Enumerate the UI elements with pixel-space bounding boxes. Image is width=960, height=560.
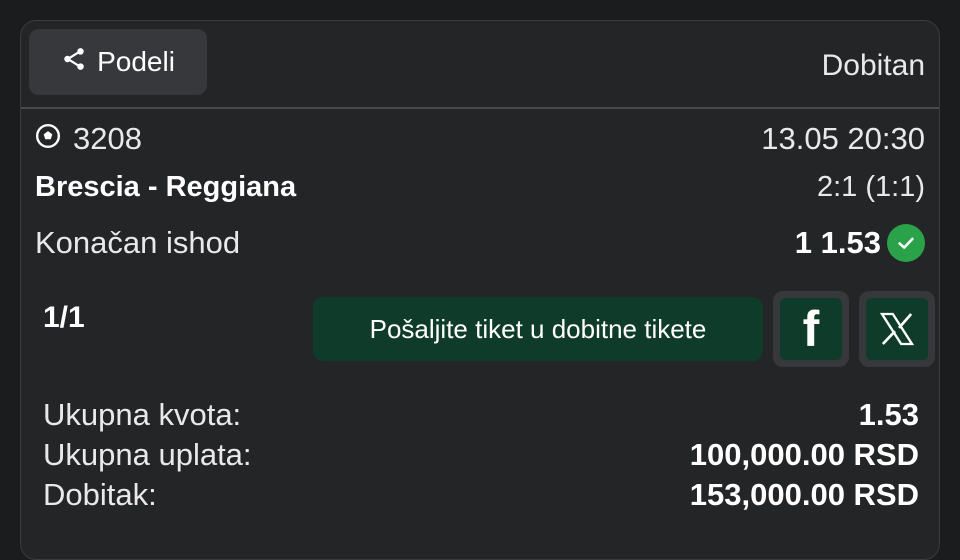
- event-datetime: 13.05 20:30: [761, 121, 925, 156]
- send-to-winning-tickets-button[interactable]: Pošaljite tiket u dobitne tikete: [313, 297, 763, 361]
- stake-row: Ukupna uplata: 100,000.00 RSD: [43, 439, 919, 470]
- share-label: Podeli: [97, 46, 175, 77]
- payout-row: Dobitak: 153,000.00 RSD: [43, 479, 919, 510]
- event-code: 3208: [73, 121, 142, 156]
- header-divider: [21, 107, 939, 109]
- stake-value: 100,000.00 RSD: [689, 437, 919, 472]
- event-id: 3208: [35, 121, 142, 157]
- total-odds-label: Ukupna kvota:: [43, 397, 242, 432]
- ticket-count: 1/1: [43, 301, 85, 334]
- x-share-button[interactable]: [859, 291, 935, 367]
- event-row: 3208 13.05 20:30: [35, 121, 925, 157]
- share-icon: [61, 46, 87, 79]
- total-odds-value: 1.53: [858, 397, 919, 432]
- teams-row: Brescia - Reggiana 2:1 (1:1): [35, 171, 925, 204]
- market-row: Konačan ishod 1 1.53: [35, 224, 925, 262]
- share-button[interactable]: Podeli: [29, 29, 207, 95]
- match-teams: Brescia - Reggiana: [35, 171, 297, 203]
- pick-odds: 1 1.53: [795, 224, 925, 262]
- facebook-icon: f: [780, 298, 842, 360]
- pick-odds-value: 1 1.53: [794, 225, 881, 260]
- ticket-card: Podeli Dobitan 3208 13.05 20:30 Brescia …: [20, 20, 940, 560]
- payout-value: 153,000.00 RSD: [689, 477, 919, 512]
- market-name: Konačan ishod: [35, 225, 241, 260]
- total-odds-row: Ukupna kvota: 1.53: [43, 399, 919, 430]
- x-icon: [866, 298, 928, 360]
- facebook-share-button[interactable]: f: [773, 291, 849, 367]
- payout-label: Dobitak:: [43, 477, 157, 512]
- match-score: 2:1 (1:1): [817, 171, 925, 203]
- stake-label: Ukupna uplata:: [43, 437, 252, 472]
- ticket-status: Dobitan: [821, 49, 925, 82]
- check-circle-icon: [887, 224, 925, 262]
- football-icon: [35, 121, 61, 157]
